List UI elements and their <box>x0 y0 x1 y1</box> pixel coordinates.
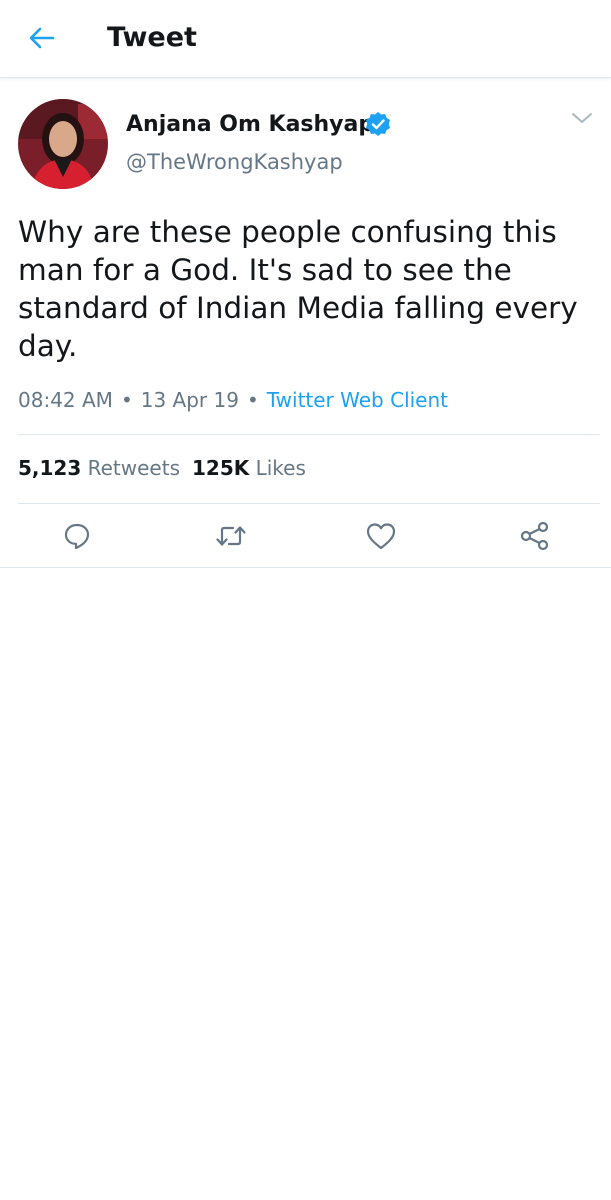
like-button[interactable] <box>364 519 398 553</box>
retweets-stat[interactable]: 5,123 Retweets <box>18 456 180 480</box>
reply-icon <box>64 523 90 550</box>
tweet-time: 08:42 AM <box>18 388 113 412</box>
author-handle[interactable]: @TheWrongKashyap <box>126 148 343 176</box>
tweet-client-link[interactable]: Twitter Web Client <box>267 388 448 412</box>
retweets-label: Retweets <box>87 456 180 480</box>
retweet-icon <box>216 526 246 546</box>
reply-button[interactable] <box>60 519 94 553</box>
author-display-name[interactable]: Anjana Om Kashyap <box>126 110 374 140</box>
avatar[interactable] <box>18 99 108 189</box>
action-bar <box>0 505 611 567</box>
top-bar: Tweet <box>0 0 611 78</box>
chevron-down-icon[interactable] <box>568 108 596 128</box>
divider <box>0 567 611 568</box>
page-title: Tweet <box>107 22 197 53</box>
like-heart-icon <box>366 523 396 550</box>
tweet-text: Why are these people confusing this man … <box>18 215 578 363</box>
divider <box>18 503 600 504</box>
arrow-left-icon <box>29 27 55 49</box>
back-button[interactable] <box>24 22 60 54</box>
meta-separator: • <box>246 388 259 412</box>
share-button[interactable] <box>518 519 552 553</box>
share-icon <box>520 521 549 551</box>
meta-separator: • <box>120 388 133 412</box>
retweet-button[interactable] <box>214 519 248 553</box>
verified-badge-icon <box>366 112 390 136</box>
likes-count: 125K <box>192 456 250 480</box>
divider <box>18 434 600 435</box>
retweets-count: 5,123 <box>18 456 82 480</box>
avatar-photo <box>18 99 108 189</box>
tweet-date: 13 Apr 19 <box>140 388 239 412</box>
likes-stat[interactable]: 125K Likes <box>192 456 306 480</box>
likes-label: Likes <box>255 456 306 480</box>
tweet-stats: 5,123 Retweets 125K Likes <box>18 453 306 483</box>
tweet-meta: 08:42 AM • 13 Apr 19 • Twitter Web Client <box>18 385 448 415</box>
